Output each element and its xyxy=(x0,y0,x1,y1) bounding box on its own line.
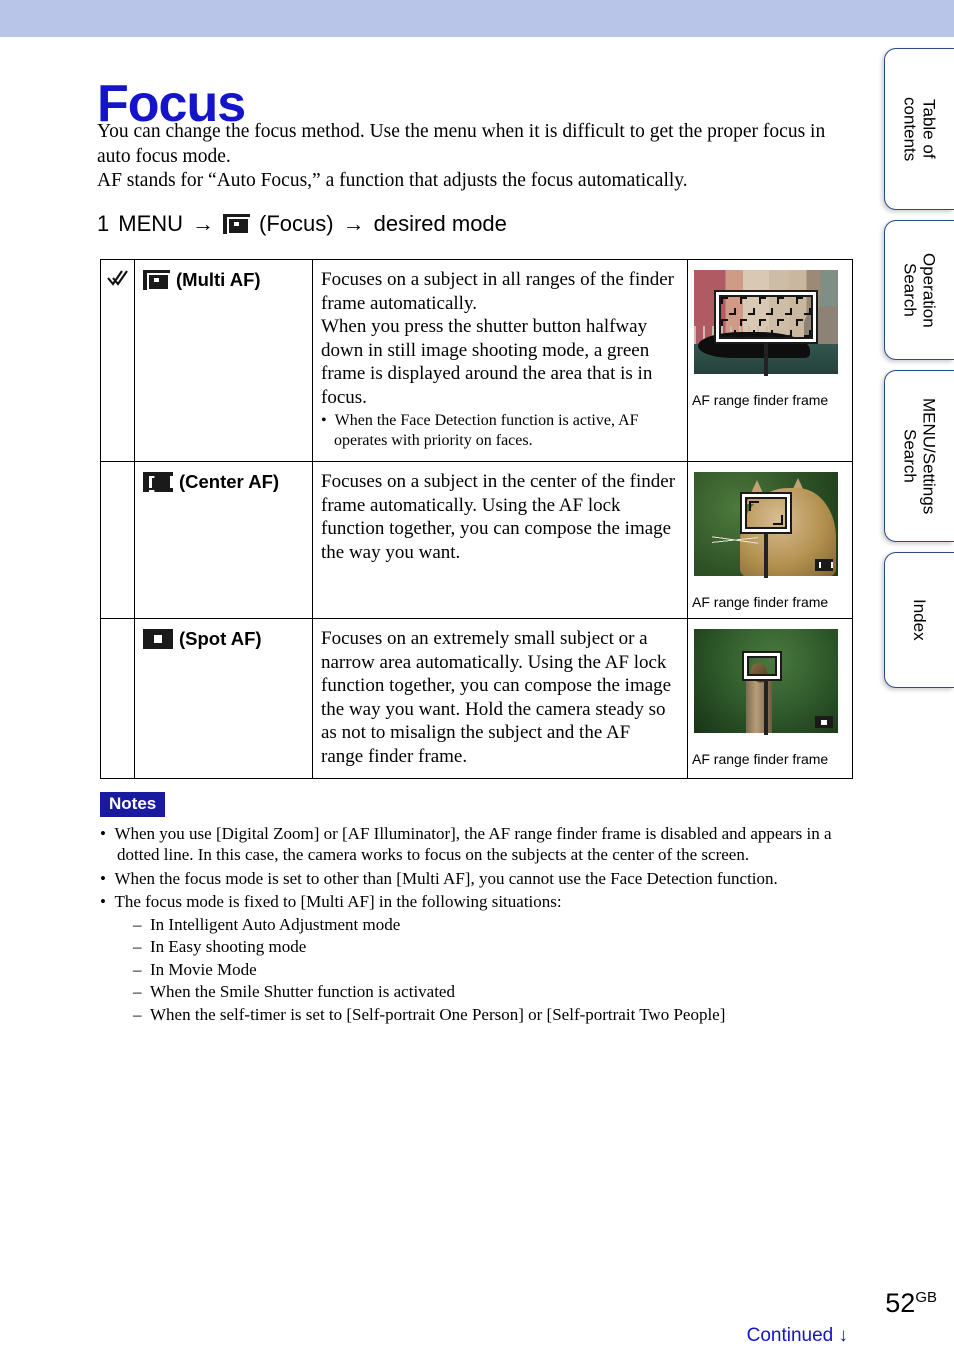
table-row: (Spot AF) Focuses on an extremely small … xyxy=(100,618,853,779)
menu-label: MENU xyxy=(118,211,184,236)
note-item: • When you use [Digital Zoom] or [AF Ill… xyxy=(100,823,832,865)
center-af-status-icon xyxy=(815,559,833,571)
focus-modes-table: (Multi AF) Focuses on a subject in all r… xyxy=(100,259,853,779)
spot-af-status-icon xyxy=(815,716,833,728)
af-range-finder-frame-overlay xyxy=(742,651,782,681)
mode-description: Focuses on an extremely small subject or… xyxy=(321,628,672,767)
af-range-finder-frame-overlay xyxy=(740,492,792,534)
sidebar-item-label: Table of contents xyxy=(900,96,939,162)
mode-name-cell: (Spot AF) xyxy=(134,618,313,779)
default-marker-cell xyxy=(100,618,135,779)
mode-figure-cell: AF range finder frame xyxy=(687,461,853,619)
mode-figure-cell: AF range finder frame xyxy=(687,618,853,779)
note-sub-item: – In Easy shooting mode xyxy=(133,937,307,957)
sidebar-item-menu-settings-search[interactable]: MENU/Settings Search xyxy=(884,370,954,542)
center-af-icon xyxy=(143,472,173,492)
table-row: (Center AF) Focuses on a subject in the … xyxy=(100,461,853,619)
step-number: 1 xyxy=(97,211,110,236)
default-marker-cell xyxy=(100,461,135,619)
page-number: 52GB xyxy=(885,1288,937,1318)
figure-center-af: AF range finder frame xyxy=(692,472,848,610)
notes-section: Notes • When you use [Digital Zoom] or [… xyxy=(100,792,858,1025)
mode-name-cell: (Center AF) xyxy=(134,461,313,619)
continued-link[interactable]: Continued ↓ xyxy=(747,1325,848,1347)
spot-af-icon xyxy=(143,629,173,649)
note-item: • When the focus mode is set to other th… xyxy=(100,868,778,888)
multi-af-icon xyxy=(223,214,251,235)
note-sub-item: – In Movie Mode xyxy=(133,959,257,979)
af-range-finder-frame-overlay xyxy=(714,290,818,344)
focus-label: (Focus) xyxy=(259,211,334,236)
default-checkmark-icon xyxy=(106,269,129,287)
intro-paragraph: You can change the focus method. Use the… xyxy=(97,121,826,191)
sidebar-item-operation-search[interactable]: Operation Search xyxy=(884,220,954,360)
sidebar-item-table-of-contents[interactable]: Table of contents xyxy=(884,48,954,210)
figure-caption: AF range finder frame xyxy=(692,751,829,767)
note-item: • The focus mode is fixed to [Multi AF] … xyxy=(100,892,562,912)
mode-description-cell: Focuses on an extremely small subject or… xyxy=(312,618,688,779)
figure-multi-af: AF range finder frame xyxy=(692,270,848,408)
table-row: (Multi AF) Focuses on a subject in all r… xyxy=(100,259,853,462)
mode-description: Focuses on a subject in all ranges of th… xyxy=(321,269,674,408)
note-sub-item: – In Intelligent Auto Adjustment mode xyxy=(133,914,401,934)
arrow-right-icon: → xyxy=(192,211,215,236)
notes-badge: Notes xyxy=(100,792,166,817)
note-sub-item: – When the Smile Shutter function is act… xyxy=(133,982,455,1002)
note-sub-item: – When the self-timer is set to [Self-po… xyxy=(133,1004,726,1024)
default-marker-cell xyxy=(100,259,135,462)
sidebar-item-label: MENU/Settings Search xyxy=(900,397,939,515)
mode-name-cell: (Multi AF) xyxy=(134,259,313,462)
mode-description-cell: Focuses on a subject in the center of th… xyxy=(312,461,688,619)
mode-description-cell: Focuses on a subject in all ranges of th… xyxy=(312,259,688,462)
desired-mode-label: desired mode xyxy=(373,211,507,236)
sidebar-item-index[interactable]: Index xyxy=(884,552,954,688)
mode-label: (Multi AF) xyxy=(176,269,261,290)
mode-bullet: • When the Face Detection function is ac… xyxy=(321,412,639,449)
mode-label: (Center AF) xyxy=(179,471,280,492)
header-band xyxy=(0,0,954,37)
arrow-right-icon-2: → xyxy=(342,211,365,236)
figure-caption: AF range finder frame xyxy=(692,392,829,408)
figure-spot-af: AF range finder frame xyxy=(692,629,848,767)
sidebar-item-label: Index xyxy=(910,599,930,641)
mode-figure-cell: AF range finder frame xyxy=(687,259,853,462)
step-instruction: 1 MENU → (Focus) → desired mode xyxy=(97,211,507,237)
figure-caption: AF range finder frame xyxy=(692,594,829,610)
mode-label: (Spot AF) xyxy=(179,628,262,649)
multi-af-icon xyxy=(143,270,170,291)
mode-description: Focuses on a subject in the center of th… xyxy=(321,471,676,563)
sidebar-item-label: Operation Search xyxy=(900,252,939,328)
